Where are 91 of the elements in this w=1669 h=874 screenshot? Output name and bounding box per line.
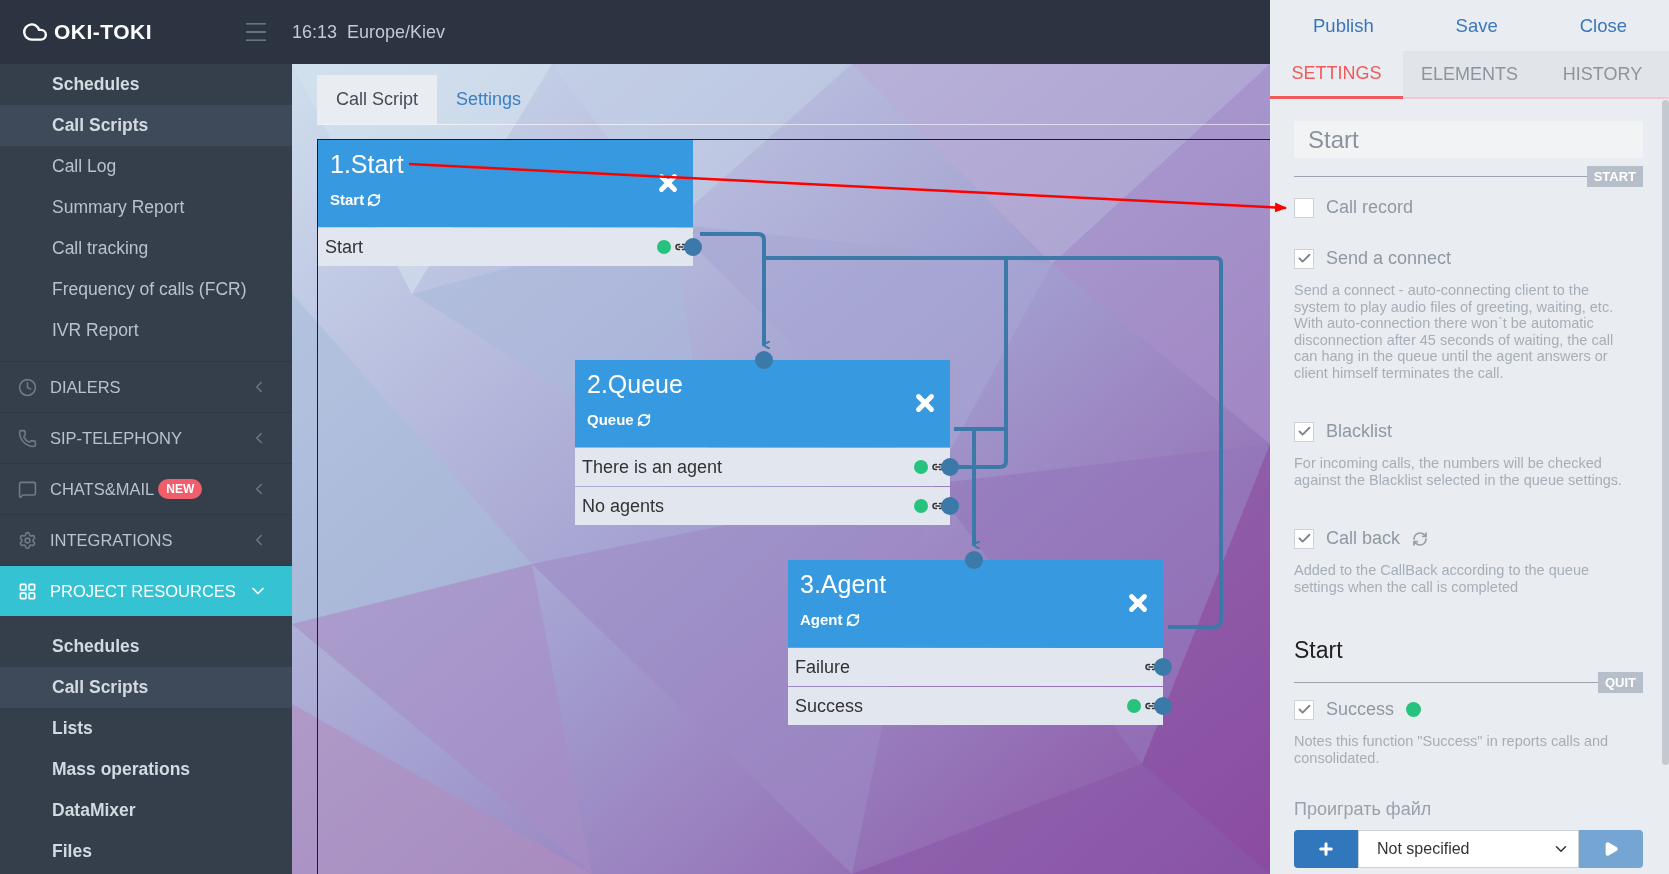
link-icon (1145, 661, 1157, 673)
clock-time: 16:13 (292, 21, 338, 43)
action-link[interactable]: Publish (1313, 15, 1374, 51)
node-header[interactable]: 2.Queue Queue (575, 360, 950, 447)
row-label: Start (325, 236, 363, 258)
checkbox[interactable] (1294, 699, 1314, 720)
sidebar-item[interactable]: Call Scripts (0, 105, 292, 146)
input-port[interactable] (965, 551, 983, 569)
refresh-icon (636, 412, 651, 427)
check-icon (1296, 251, 1312, 266)
section-tag: START (1586, 166, 1643, 187)
option-label: Success (1326, 699, 1395, 720)
sidebar-item[interactable]: Files (0, 831, 292, 872)
node-type: Start (330, 191, 382, 208)
sidebar-item[interactable]: DataMixer (0, 790, 292, 831)
checkbox[interactable] (1294, 197, 1314, 218)
action-link[interactable]: Close (1579, 15, 1627, 51)
checkbox[interactable] (1294, 421, 1314, 442)
checkbox[interactable] (1294, 528, 1314, 549)
scrollbar[interactable] (1662, 100, 1669, 765)
sidebar-item[interactable]: Summary Report (0, 187, 292, 228)
checkbox[interactable] (1294, 248, 1314, 269)
timezone: Europe/Kiev (347, 21, 446, 43)
option-description: Notes this function "Success" in reports calls and consolidated. (1294, 733, 1610, 766)
row-label: Success (795, 695, 864, 717)
sidebar-item[interactable]: Call Scripts (0, 667, 292, 708)
row-label: There is an agent (582, 456, 723, 478)
section-icon (18, 581, 38, 601)
file-select[interactable]: Not specified (1358, 830, 1579, 868)
link-icon (675, 241, 687, 253)
node-row[interactable]: Failure (788, 648, 1172, 686)
section-label: CHATS&MAIL (50, 479, 155, 499)
check-icon (1296, 531, 1312, 546)
check-icon (1296, 424, 1312, 439)
new-badge: NEW (158, 479, 203, 499)
link-icon (1145, 700, 1157, 712)
section-icon (18, 377, 38, 397)
option-label: Call back (1326, 528, 1401, 549)
link-icon (932, 500, 944, 512)
editor-tab[interactable]: Settings (437, 75, 541, 124)
section-icon (18, 479, 38, 499)
refresh-icon (367, 192, 382, 207)
sidebar-item[interactable]: Schedules (0, 64, 292, 105)
refresh-icon (1412, 530, 1429, 547)
sidebar-item[interactable]: IVR Report (0, 310, 292, 351)
node-title: 2.Queue (587, 370, 684, 399)
section-label: INTEGRATIONS (50, 530, 173, 550)
section-label: SIP-TELEPHONY (50, 428, 183, 448)
section-label: DIALERS (50, 377, 121, 397)
row-label: No agents (582, 495, 665, 517)
option-label: Call record (1326, 197, 1414, 218)
section-icon (18, 428, 38, 448)
sidebar-section[interactable]: CHATS&MAIL NEW (0, 463, 292, 514)
input-port[interactable] (755, 351, 773, 369)
play-button[interactable] (1579, 830, 1643, 868)
section-label: PROJECT RESOURCES (50, 581, 236, 601)
node-row[interactable]: Start (318, 228, 702, 266)
field-label: Проиграть файл (1294, 799, 1433, 820)
check-icon (1296, 702, 1312, 717)
sidebar-item[interactable]: Mass operations (0, 749, 292, 790)
add-button[interactable] (1294, 830, 1358, 868)
sidebar-item[interactable]: Lists (0, 708, 292, 749)
node-title: 3.Agent (800, 570, 888, 599)
node-type: Queue (587, 411, 651, 428)
sidebar-item[interactable]: Schedules (0, 626, 292, 667)
link-icon (932, 461, 944, 473)
play-icon (1603, 841, 1619, 857)
app-logo: OKI-TOKI (54, 20, 153, 44)
section-title: Start (1294, 637, 1344, 664)
sidebar-item[interactable]: Frequency of calls (FCR) (0, 269, 292, 310)
sidebar-item[interactable]: Call tracking (0, 228, 292, 269)
option-label: Blacklist (1326, 421, 1392, 442)
section-icon (18, 530, 38, 550)
option-description: Send a connect - auto-connecting client to the system to play audio files of greeting, waiting, etc. With auto-connection there won`t be automatic disconnection after 45 seconds of waiting, the call can hang in the queue until the agent answers or client himself terminates the call. (1294, 282, 1615, 381)
node-header[interactable]: 3.Agent Agent (788, 560, 1163, 647)
option-description: For incoming calls, the numbers will be checked against the Blacklist selected in the queue settings. (1294, 455, 1624, 488)
node-title: 1.Start (330, 150, 405, 179)
sidebar-item[interactable]: Call Log (0, 146, 292, 187)
editor-tab[interactable]: Call Script (317, 75, 438, 124)
node-row[interactable]: No agents (575, 487, 959, 525)
option-label: Send a connect (1326, 248, 1452, 269)
plus-icon (1317, 840, 1335, 858)
action-link[interactable]: Save (1455, 15, 1498, 51)
section-tag: QUIT (1597, 672, 1643, 693)
refresh-icon (845, 612, 860, 627)
node-type: Agent (800, 611, 860, 628)
node-row[interactable]: Success (788, 687, 1172, 725)
node-row[interactable]: There is an agent (575, 448, 959, 486)
node-header[interactable]: 1.Start Start (318, 140, 693, 227)
option-description: Added to the CallBack according to the queue settings when the call is completed (1294, 562, 1591, 595)
row-label: Failure (795, 656, 851, 678)
